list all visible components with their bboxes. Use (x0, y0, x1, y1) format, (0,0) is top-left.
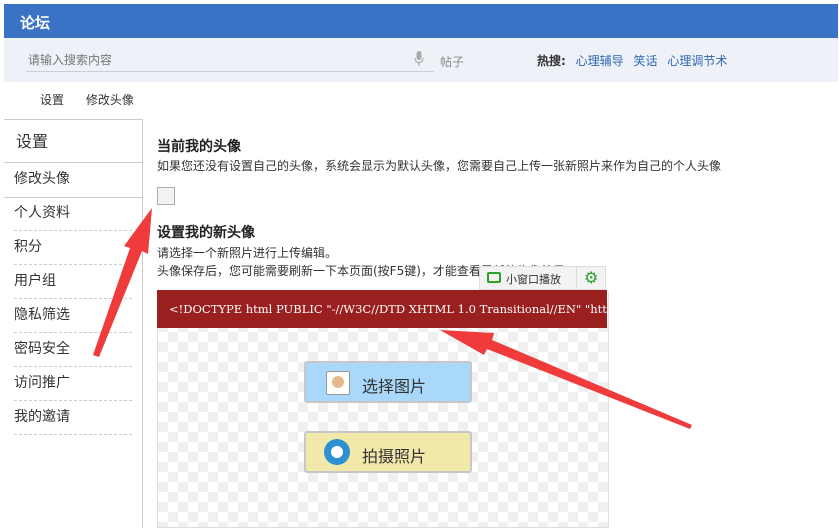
breadcrumb-avatar[interactable]: 修改头像 (86, 93, 134, 107)
hot-searches: 热搜: 心理辅导 笑话 心理调节术 (537, 52, 733, 69)
divider (576, 267, 577, 289)
forum-title[interactable]: 论坛 (20, 12, 50, 33)
sidebar-heading: 设置 (16, 132, 49, 151)
mini-window-label[interactable]: 小窗口播放 (506, 271, 561, 287)
sidebar-item-points[interactable]: 积分 (14, 231, 132, 265)
search-bar: 帖子 热搜: 心理辅导 笑话 心理调节术 (4, 38, 838, 82)
choose-image-label: 选择图片 (362, 377, 427, 396)
search-scope[interactable]: 帖子 (440, 53, 464, 70)
take-photo-button[interactable]: 拍摄照片 (304, 431, 472, 473)
hot-label: 热搜: (537, 54, 566, 68)
new-avatar-title: 设置我的新头像 (157, 225, 255, 241)
current-avatar-title: 当前我的头像 (157, 139, 241, 155)
choose-image-button[interactable]: 选择图片 (304, 361, 472, 403)
tv-icon (487, 272, 501, 283)
gear-icon[interactable]: ⚙ (584, 268, 598, 287)
broken-image-icon (157, 187, 175, 205)
photo-icon (326, 371, 350, 395)
search-input[interactable] (26, 49, 434, 72)
sidebar-item-promotion[interactable]: 访问推广 (14, 367, 132, 401)
hot-link[interactable]: 心理辅导 (576, 54, 624, 68)
sidebar-item-invites[interactable]: 我的邀请 (14, 401, 132, 435)
settings-sidebar: 设置 修改头像 个人资料 积分 用户组 隐私筛选 密码安全 访问推广 我的邀请 (4, 119, 143, 528)
mic-icon[interactable] (414, 51, 424, 67)
sidebar-item-avatar[interactable]: 修改头像 (14, 163, 132, 196)
current-avatar-desc: 如果您还没有设置自己的头像，系统会显示为默认头像，您需要自己上传一张新照片来作为… (157, 159, 722, 173)
sidebar-item-password[interactable]: 密码安全 (14, 333, 132, 367)
new-avatar-desc1: 请选择一个新照片进行上传编辑。 (157, 246, 338, 260)
top-header-bar: 论坛 (4, 4, 838, 38)
mini-window-play[interactable]: 小窗口播放 ⚙ (479, 266, 606, 290)
camera-icon (324, 439, 350, 465)
hot-link[interactable]: 心理调节术 (667, 54, 727, 68)
hot-link[interactable]: 笑话 (633, 54, 657, 68)
take-photo-label: 拍摄照片 (362, 447, 427, 466)
breadcrumb-settings[interactable]: 设置 (40, 93, 64, 107)
breadcrumb: 设置 修改头像 (40, 91, 152, 108)
sidebar-item-usergroup[interactable]: 用户组 (14, 265, 132, 299)
sidebar-item-privacy[interactable]: 隐私筛选 (14, 299, 132, 333)
sidebar-item-profile[interactable]: 个人资料 (14, 197, 132, 231)
doctype-error-bar: <!DOCTYPE html PUBLIC "-//W3C//DTD XHTML… (157, 290, 607, 328)
